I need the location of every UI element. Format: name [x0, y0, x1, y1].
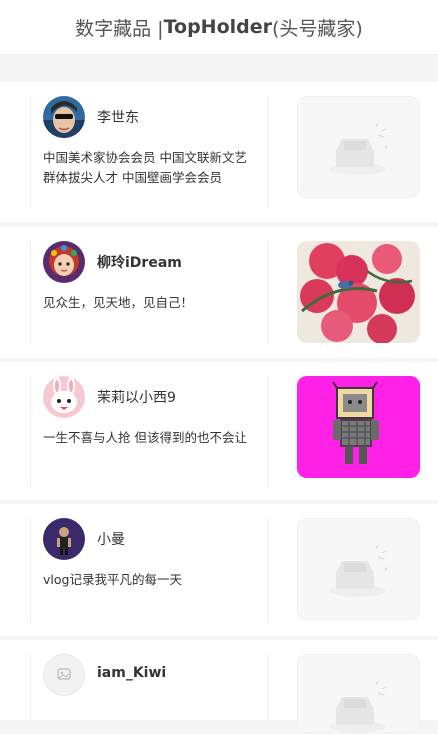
- holder-card[interactable]: 柳玲iDream 见众生，见天地，见自己！: [0, 227, 438, 358]
- holder-info: 柳玲iDream 见众生，见天地，见自己！: [30, 241, 268, 344]
- holder-bio: vlog记录我平凡的每一天: [43, 572, 182, 587]
- image-placeholder-icon: [57, 668, 71, 680]
- holder-name[interactable]: 茉莉以小西9: [97, 387, 176, 407]
- image-placeholder-icon: [330, 680, 387, 733]
- nft-thumbnail[interactable]: [297, 96, 420, 198]
- holder-card[interactable]: iam_Kiwi: [0, 640, 438, 734]
- holder-bio: 见众生，见天地，见自己！: [43, 295, 194, 310]
- nft-thumbnail[interactable]: [297, 241, 420, 343]
- holder-name[interactable]: iam_Kiwi: [97, 665, 166, 681]
- holder-info: 小曼 vlog记录我平凡的每一天: [30, 518, 268, 622]
- holder-card[interactable]: 茉莉以小西9 一生不喜与人抢 但该得到的也不会让: [0, 362, 438, 500]
- image-placeholder-icon: [330, 544, 388, 597]
- holder-name[interactable]: 柳玲iDream: [97, 252, 182, 272]
- page-header: 数字藏品 | TopHolder (头号藏家): [0, 0, 438, 55]
- avatar[interactable]: [43, 518, 85, 560]
- holder-info: 茉莉以小西9 一生不喜与人抢 但该得到的也不会让: [30, 376, 268, 486]
- avatar[interactable]: [43, 96, 85, 138]
- nft-thumbnail[interactable]: [297, 654, 420, 734]
- avatar[interactable]: [43, 654, 85, 696]
- holder-card[interactable]: 小曼 vlog记录我平凡的每一天: [0, 504, 438, 636]
- nft-thumbnail[interactable]: [297, 376, 420, 478]
- holder-bio: 一生不喜与人抢 但该得到的也不会让: [43, 430, 247, 445]
- nft-thumbnail[interactable]: [297, 518, 420, 620]
- header-prefix: 数字藏品 |: [75, 17, 164, 40]
- holder-info: 李世东 中国美术家协会会员 中国文联新文艺群体拔尖人才 中国壁画学会会员: [30, 96, 268, 208]
- avatar[interactable]: [43, 376, 85, 418]
- header-brand: TopHolder: [163, 16, 273, 38]
- holder-card[interactable]: 李世东 中国美术家协会会员 中国文联新文艺群体拔尖人才 中国壁画学会会员: [0, 82, 438, 222]
- holder-info: iam_Kiwi: [30, 654, 268, 720]
- holder-name[interactable]: 小曼: [97, 529, 125, 549]
- holder-bio: 中国美术家协会会员 中国文联新文艺群体拔尖人才 中国壁画学会会员: [43, 150, 247, 185]
- avatar[interactable]: [43, 241, 85, 283]
- image-placeholder-icon: [330, 122, 388, 175]
- header-suffix: (头号藏家): [272, 17, 363, 40]
- holder-name[interactable]: 李世东: [97, 107, 139, 127]
